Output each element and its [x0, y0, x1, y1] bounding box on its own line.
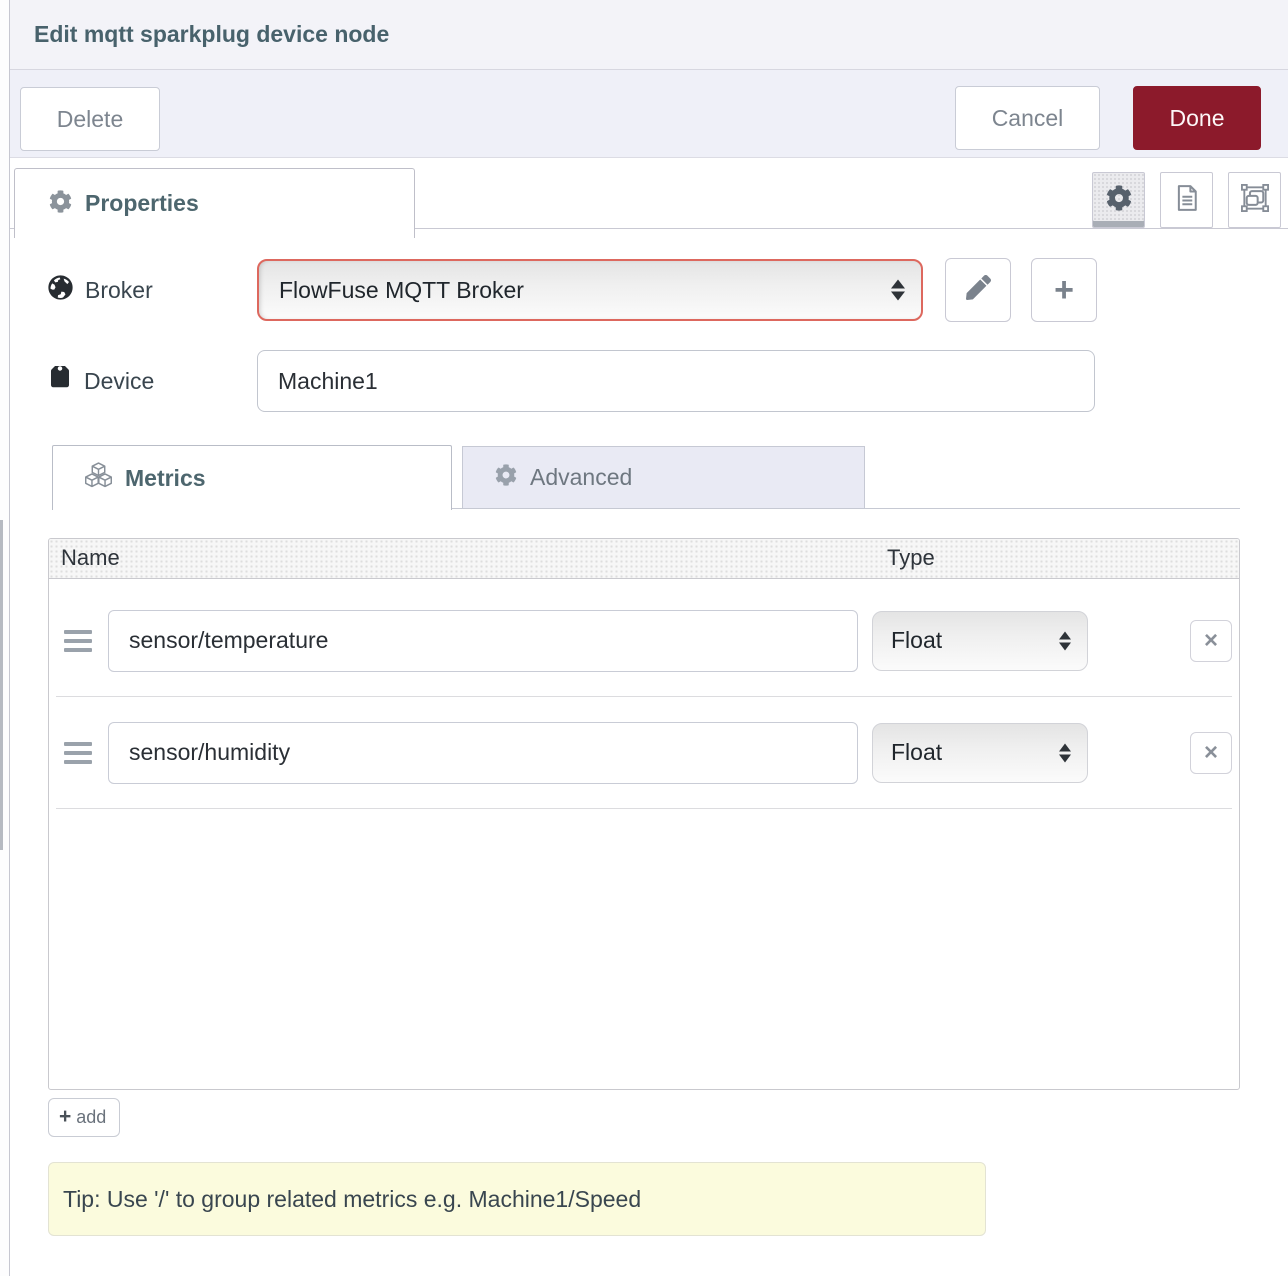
remove-row-button[interactable]: × [1190, 732, 1232, 774]
select-stepper-icon [891, 280, 905, 301]
metric-row: Float × [56, 585, 1232, 697]
description-icon-button[interactable] [1160, 172, 1213, 228]
plus-icon: + [1054, 271, 1074, 310]
metric-row: Float × [56, 697, 1232, 809]
select-stepper-icon [1059, 743, 1071, 762]
metric-type-value: Float [891, 627, 942, 654]
column-header-name: Name [61, 545, 120, 571]
tray-header: Edit mqtt sparkplug device node [10, 0, 1288, 70]
document-icon [1172, 183, 1202, 218]
tip-box: Tip: Use '/' to group related metrics e.… [48, 1162, 986, 1236]
properties-icon-button[interactable] [1092, 172, 1145, 228]
tip-text: Tip: Use '/' to group related metrics e.… [63, 1186, 641, 1213]
drag-handle-icon[interactable] [64, 742, 94, 764]
broker-label: Broker [48, 275, 257, 306]
metrics-table: Name Type Float × Float [48, 538, 1240, 1090]
metrics-advanced-tab-bar: Metrics Advanced [52, 445, 1240, 509]
node-properties-form: Broker FlowFuse MQTT Broker + Device [10, 258, 1288, 412]
close-icon: × [1204, 739, 1218, 767]
metric-name-input[interactable] [108, 722, 858, 784]
metrics-rows: Float × Float × [49, 579, 1239, 809]
add-broker-button[interactable]: + [1031, 258, 1097, 322]
device-field-row: Device [48, 350, 1288, 412]
tag-icon [48, 366, 72, 396]
column-header-type: Type [887, 545, 935, 571]
broker-select-value: FlowFuse MQTT Broker [279, 277, 524, 304]
tab-advanced-label: Advanced [530, 464, 632, 491]
metric-type-select[interactable]: Float [872, 611, 1088, 671]
appearance-icon-button[interactable] [1228, 172, 1281, 228]
plus-icon: + [59, 1105, 71, 1129]
gear-icon [1106, 185, 1132, 216]
delete-button[interactable]: Delete [20, 87, 160, 151]
editor-tab-bar: Properties [10, 158, 1288, 238]
dialog-title: Edit mqtt sparkplug device node [34, 21, 389, 48]
metric-type-select[interactable]: Float [872, 723, 1088, 783]
tab-metrics[interactable]: Metrics [52, 445, 452, 510]
tab-advanced[interactable]: Advanced [462, 446, 865, 508]
globe-icon [48, 275, 73, 306]
broker-select[interactable]: FlowFuse MQTT Broker [257, 259, 923, 321]
select-stepper-icon [1059, 631, 1071, 650]
pencil-icon [966, 275, 991, 305]
cubes-icon [85, 462, 112, 494]
broker-field-row: Broker FlowFuse MQTT Broker + [48, 258, 1288, 322]
scrollbar-thumb[interactable] [0, 520, 3, 850]
tab-properties-label: Properties [85, 190, 199, 217]
tab-metrics-label: Metrics [125, 465, 206, 492]
edit-broker-button[interactable] [945, 258, 1011, 322]
done-button[interactable]: Done [1133, 86, 1261, 150]
remove-row-button[interactable]: × [1190, 620, 1232, 662]
metric-type-value: Float [891, 739, 942, 766]
edit-node-tray: Edit mqtt sparkplug device node Delete C… [10, 0, 1288, 1276]
gear-icon [49, 190, 72, 218]
gear-icon [495, 464, 517, 492]
device-input[interactable] [257, 350, 1095, 412]
tray-toolbar: Delete Cancel Done [10, 70, 1288, 158]
metric-name-input[interactable] [108, 610, 858, 672]
add-metric-label: add [76, 1107, 106, 1128]
appearance-icon [1239, 182, 1271, 219]
add-metric-button[interactable]: + add [48, 1098, 120, 1137]
close-icon: × [1204, 627, 1218, 655]
metrics-table-header: Name Type [49, 539, 1239, 579]
drag-handle-icon[interactable] [64, 630, 94, 652]
tab-properties[interactable]: Properties [14, 168, 415, 238]
cancel-button[interactable]: Cancel [955, 86, 1100, 150]
device-label: Device [48, 366, 257, 396]
